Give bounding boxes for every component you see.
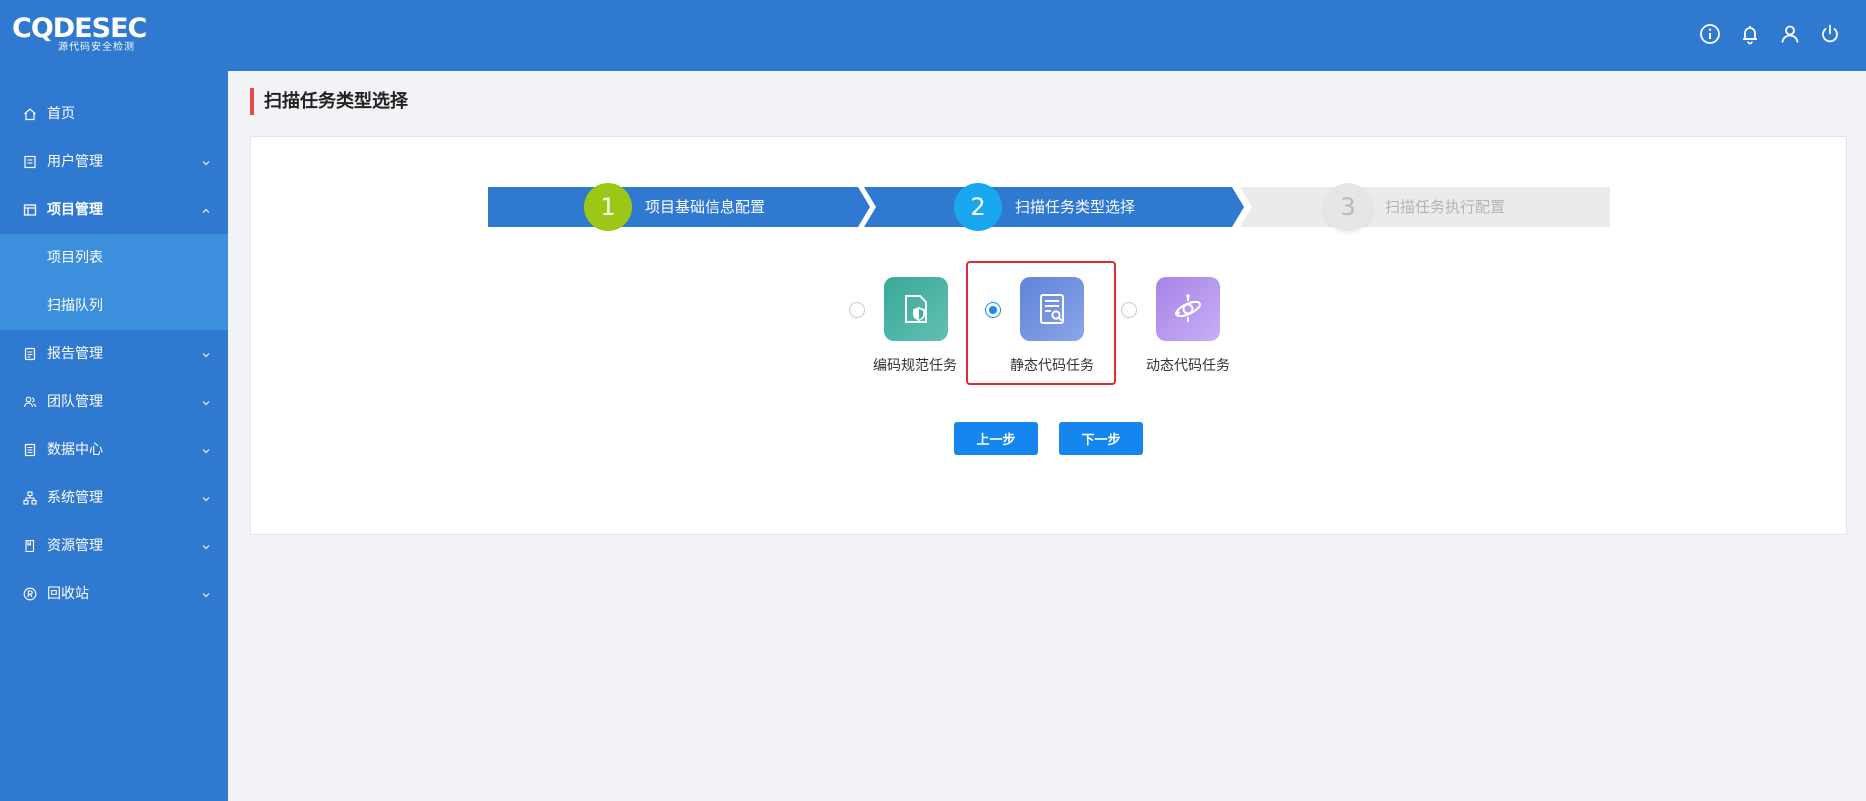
sidebar-item-label: 系统管理 xyxy=(47,490,103,506)
coding-standard-radio[interactable] xyxy=(849,302,865,318)
sidebar-item-reports[interactable]: 报告管理 xyxy=(0,330,228,378)
sidebar-item-label: 项目管理 xyxy=(47,202,103,218)
chevron-down-icon xyxy=(201,444,211,454)
chevron-down-icon xyxy=(201,348,211,358)
sidebar-item-data-center[interactable]: 数据中心 xyxy=(0,426,228,474)
sidebar-item-label: 用户管理 xyxy=(47,154,103,170)
orbit-icon[interactable] xyxy=(1156,277,1220,341)
sidebar-item-label: 资源管理 xyxy=(47,538,103,554)
sidebar-subitem-label: 扫描队列 xyxy=(47,298,103,314)
data-icon xyxy=(23,443,37,457)
top-header: CQDESEC 源代码安全检测 xyxy=(0,0,1866,71)
sidebar-item-users[interactable]: 用户管理 xyxy=(0,138,228,186)
sidebar-subitem-scan-queue[interactable]: 扫描队列 xyxy=(0,282,228,330)
chevron-down-icon xyxy=(201,540,211,550)
step-2-number: 2 xyxy=(954,183,1002,231)
project-icon xyxy=(23,203,37,217)
static-code-radio[interactable] xyxy=(985,302,1001,318)
user-icon[interactable] xyxy=(1778,20,1802,48)
step-2-label: 扫描任务类型选择 xyxy=(1015,198,1136,216)
page-title-accent xyxy=(250,88,254,115)
system-icon xyxy=(23,491,37,505)
chevron-down-icon xyxy=(201,588,211,598)
step-1-label: 项目基础信息配置 xyxy=(645,198,766,216)
step-1-number: 1 xyxy=(584,183,632,231)
home-icon xyxy=(23,107,37,121)
static-code-label: 静态代码任务 xyxy=(1010,358,1094,374)
next-step-button[interactable]: 下一步 xyxy=(1059,422,1143,455)
dynamic-code-radio[interactable] xyxy=(1121,302,1137,318)
sidebar-item-label: 数据中心 xyxy=(47,442,103,458)
chevron-down-icon xyxy=(201,492,211,502)
brand-logo[interactable]: CQDESEC 源代码安全检测 xyxy=(12,12,147,56)
sidebar-subitem-label: 项目列表 xyxy=(47,250,103,266)
chevron-down-icon xyxy=(201,396,211,406)
sidebar-item-teams[interactable]: 团队管理 xyxy=(0,378,228,426)
sidebar-item-label: 首页 xyxy=(47,106,75,122)
power-icon[interactable] xyxy=(1818,20,1842,48)
sidebar-item-system[interactable]: 系统管理 xyxy=(0,474,228,522)
step-3-number: 3 xyxy=(1324,183,1372,231)
recycle-icon xyxy=(23,587,37,601)
report-icon xyxy=(23,347,37,361)
resource-icon xyxy=(23,539,37,553)
user-manage-icon xyxy=(23,155,37,169)
page-title: 扫描任务类型选择 xyxy=(264,91,408,112)
sidebar-item-projects[interactable]: 项目管理 xyxy=(0,186,228,234)
sidebar-item-label: 报告管理 xyxy=(47,346,103,362)
team-icon xyxy=(23,395,37,409)
info-icon[interactable] xyxy=(1698,20,1722,48)
prev-step-button[interactable]: 上一步 xyxy=(954,422,1038,455)
doc-search-icon[interactable] xyxy=(1020,277,1084,341)
sidebar-subitem-project-list[interactable]: 项目列表 xyxy=(0,234,228,282)
logo-subtitle: 源代码安全检测 xyxy=(58,42,135,53)
sidebar-item-label: 团队管理 xyxy=(47,394,103,410)
dynamic-code-label: 动态代码任务 xyxy=(1146,358,1230,374)
step-3-label: 扫描任务执行配置 xyxy=(1385,198,1506,216)
logo-text: CQDESEC xyxy=(12,13,147,44)
chevron-down-icon xyxy=(201,156,211,166)
header-actions xyxy=(1698,20,1842,50)
sidebar-item-label: 回收站 xyxy=(47,586,89,602)
sidebar-item-home[interactable]: 首页 xyxy=(0,90,228,138)
step-progress: 1 项目基础信息配置 2 扫描任务类型选择 3 扫描任务执行配置 xyxy=(488,183,1610,231)
sidebar-item-recycle-bin[interactable]: 回收站 xyxy=(0,570,228,618)
chevron-up-icon xyxy=(201,204,211,214)
shield-doc-icon[interactable] xyxy=(884,277,948,341)
sidebar-item-resources[interactable]: 资源管理 xyxy=(0,522,228,570)
bell-icon[interactable] xyxy=(1738,20,1762,48)
sidebar: 首页 用户管理 项目管理 项目列表 扫描队列 报告管理 团队管理 数据中心 系统… xyxy=(0,71,228,801)
coding-standard-label: 编码规范任务 xyxy=(873,358,957,374)
